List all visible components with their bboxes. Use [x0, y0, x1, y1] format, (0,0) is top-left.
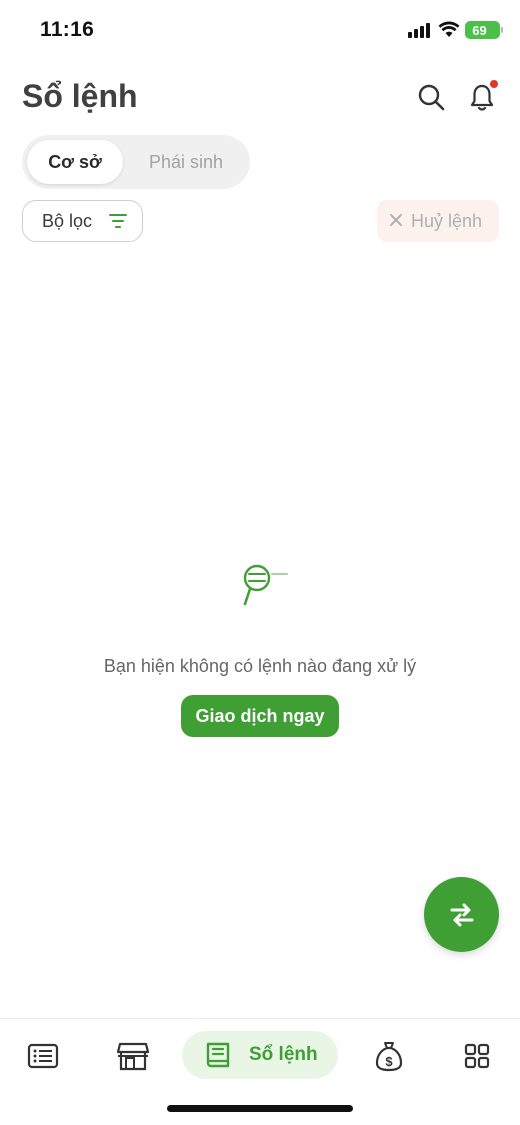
- filter-label: Bộ lọc: [42, 210, 93, 231]
- swap-fab-button[interactable]: [424, 877, 499, 952]
- money-bag-icon: $: [375, 1042, 403, 1072]
- search-icon[interactable]: [416, 82, 446, 112]
- nav-order-book-label: Sổ lệnh: [249, 1044, 318, 1065]
- tab-co-so[interactable]: Cơ sở: [27, 140, 123, 184]
- filter-button[interactable]: Bộ lọc: [22, 200, 143, 242]
- signal-icon: [408, 22, 432, 38]
- notification-dot: [490, 80, 498, 88]
- nav-store[interactable]: [116, 1039, 150, 1073]
- nav-order-book[interactable]: Sổ lệnh: [182, 1031, 338, 1079]
- segment-control: Cơ sở Phái sinh: [22, 135, 250, 189]
- svg-text:$: $: [385, 1054, 393, 1069]
- cancel-orders-label: Huỷ lệnh: [411, 211, 483, 231]
- empty-state-message: Bạn hiện không có lệnh nào đang xử lý: [103, 656, 417, 676]
- tab-phai-sinh[interactable]: Phái sinh: [130, 140, 242, 184]
- trade-now-button[interactable]: Giao dịch ngay: [181, 695, 339, 737]
- home-indicator: [167, 1105, 353, 1112]
- empty-search-icon: [243, 564, 288, 606]
- nav-more[interactable]: [460, 1039, 494, 1073]
- status-time: 11:16: [40, 18, 95, 41]
- status-bar: 11:16 69: [0, 0, 520, 60]
- wifi-icon: [438, 21, 460, 37]
- close-icon: [390, 214, 402, 226]
- swap-arrows-icon: [450, 903, 473, 926]
- nav-money[interactable]: $: [372, 1039, 406, 1073]
- page-title: Sổ lệnh: [22, 78, 138, 114]
- list-icon: [27, 1043, 59, 1069]
- filter-icon: [109, 214, 127, 228]
- book-icon: [206, 1042, 230, 1068]
- grid-icon: [464, 1043, 490, 1069]
- nav-list[interactable]: [26, 1039, 60, 1073]
- cancel-orders-button[interactable]: Huỷ lệnh: [377, 200, 499, 242]
- battery-indicator: 69: [465, 21, 503, 39]
- battery-level: 69: [472, 22, 487, 38]
- store-icon: [116, 1042, 150, 1071]
